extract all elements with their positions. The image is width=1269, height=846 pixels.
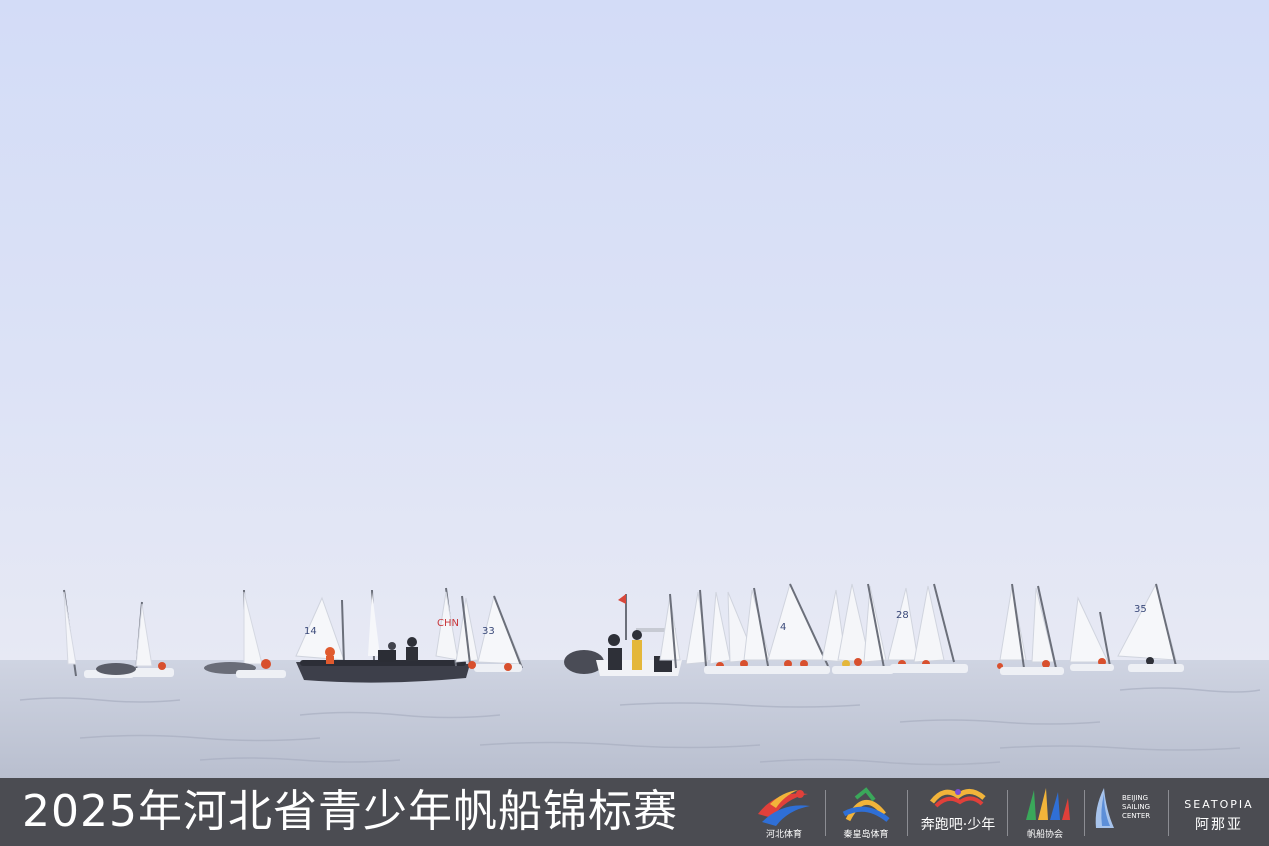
hebei-sport-swoosh-icon [758, 790, 810, 826]
logo-divider [825, 790, 826, 836]
logo-caption: 帆船协会 [1026, 830, 1063, 840]
seatopia-logo: SEATOPIA 阿那亚 [1174, 784, 1264, 840]
svg-text:35: 35 [1134, 604, 1147, 615]
logo-divider [1168, 790, 1169, 836]
sailing-federation-logo: 帆船协会 [1012, 784, 1078, 840]
run-youth-icon [930, 789, 986, 808]
sky [0, 0, 1269, 662]
seatopia-en-text: SEATOPIA [1184, 798, 1254, 811]
hebei-sport-logo: 河北体育 [752, 784, 816, 840]
svg-text:4: 4 [780, 622, 786, 633]
dark-dinghy [96, 663, 136, 675]
regatta-photo: 14 CHN 33 4 28 35 [0, 0, 1269, 778]
sea [0, 660, 1269, 778]
logo-divider [907, 790, 908, 836]
seatopia-cn-text: 阿那亚 [1195, 817, 1243, 833]
run-youth-logo: 奔跑吧·少年 [914, 784, 1002, 840]
logo-caption: 奔跑吧·少年 [920, 817, 996, 833]
svg-text:CHN: CHN [437, 618, 459, 629]
svg-text:14: 14 [304, 626, 317, 637]
logo-divider [1084, 790, 1085, 836]
event-title: 2025年河北省青少年帆船锦标赛 [22, 786, 678, 837]
svg-text:33: 33 [482, 626, 495, 637]
logo-caption: 秦皇岛体育 [843, 830, 889, 840]
qinhuangdao-logo: 秦皇岛体育 [834, 784, 898, 840]
svg-text:28: 28 [896, 610, 909, 621]
qinhuangdao-sailing-icon [842, 787, 890, 822]
beijing-sailing-icon [1095, 788, 1114, 828]
logo-caption: 河北体育 [765, 830, 802, 840]
beijing-sailing-logo: BEIJING SAILING CENTER [1090, 784, 1162, 840]
sailing-federation-icon [1026, 788, 1070, 820]
logo-divider [1007, 790, 1008, 836]
logo-caption: BEIJING SAILING CENTER [1122, 794, 1151, 820]
event-banner: 2025年河北省青少年帆船锦标赛 河北体育 秦皇岛体育 奔跑吧·少年 帆船协会 … [0, 778, 1269, 846]
